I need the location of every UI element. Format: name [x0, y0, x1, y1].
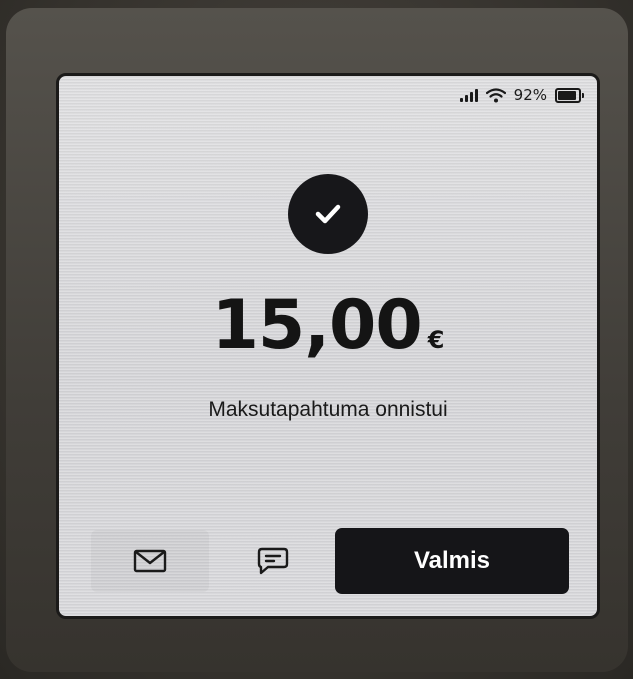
battery-icon [555, 87, 584, 103]
amount-value: 15,00 [211, 286, 423, 365]
status-bar: 92% [459, 84, 584, 106]
wifi-icon [485, 87, 506, 102]
envelope-icon [133, 549, 167, 573]
success-check-icon [288, 174, 368, 254]
action-bar: Valmis [59, 524, 597, 596]
terminal-screen: 92% 15,00 € Maksutapahtuma onnistui Valm… [56, 73, 600, 619]
battery-percentage: 92% [513, 86, 547, 104]
payment-amount: 15,00 € [59, 286, 597, 365]
message-icon [257, 547, 289, 575]
payment-terminal: 92% 15,00 € Maksutapahtuma onnistui Valm… [0, 0, 633, 679]
sms-receipt-button[interactable] [215, 530, 331, 592]
cellular-signal-icon [459, 88, 478, 102]
done-button[interactable]: Valmis [335, 528, 569, 594]
email-receipt-button[interactable] [91, 530, 209, 592]
payment-status-message: Maksutapahtuma onnistui [208, 398, 448, 421]
currency-symbol: € [427, 326, 445, 354]
battery-fill [558, 90, 577, 100]
